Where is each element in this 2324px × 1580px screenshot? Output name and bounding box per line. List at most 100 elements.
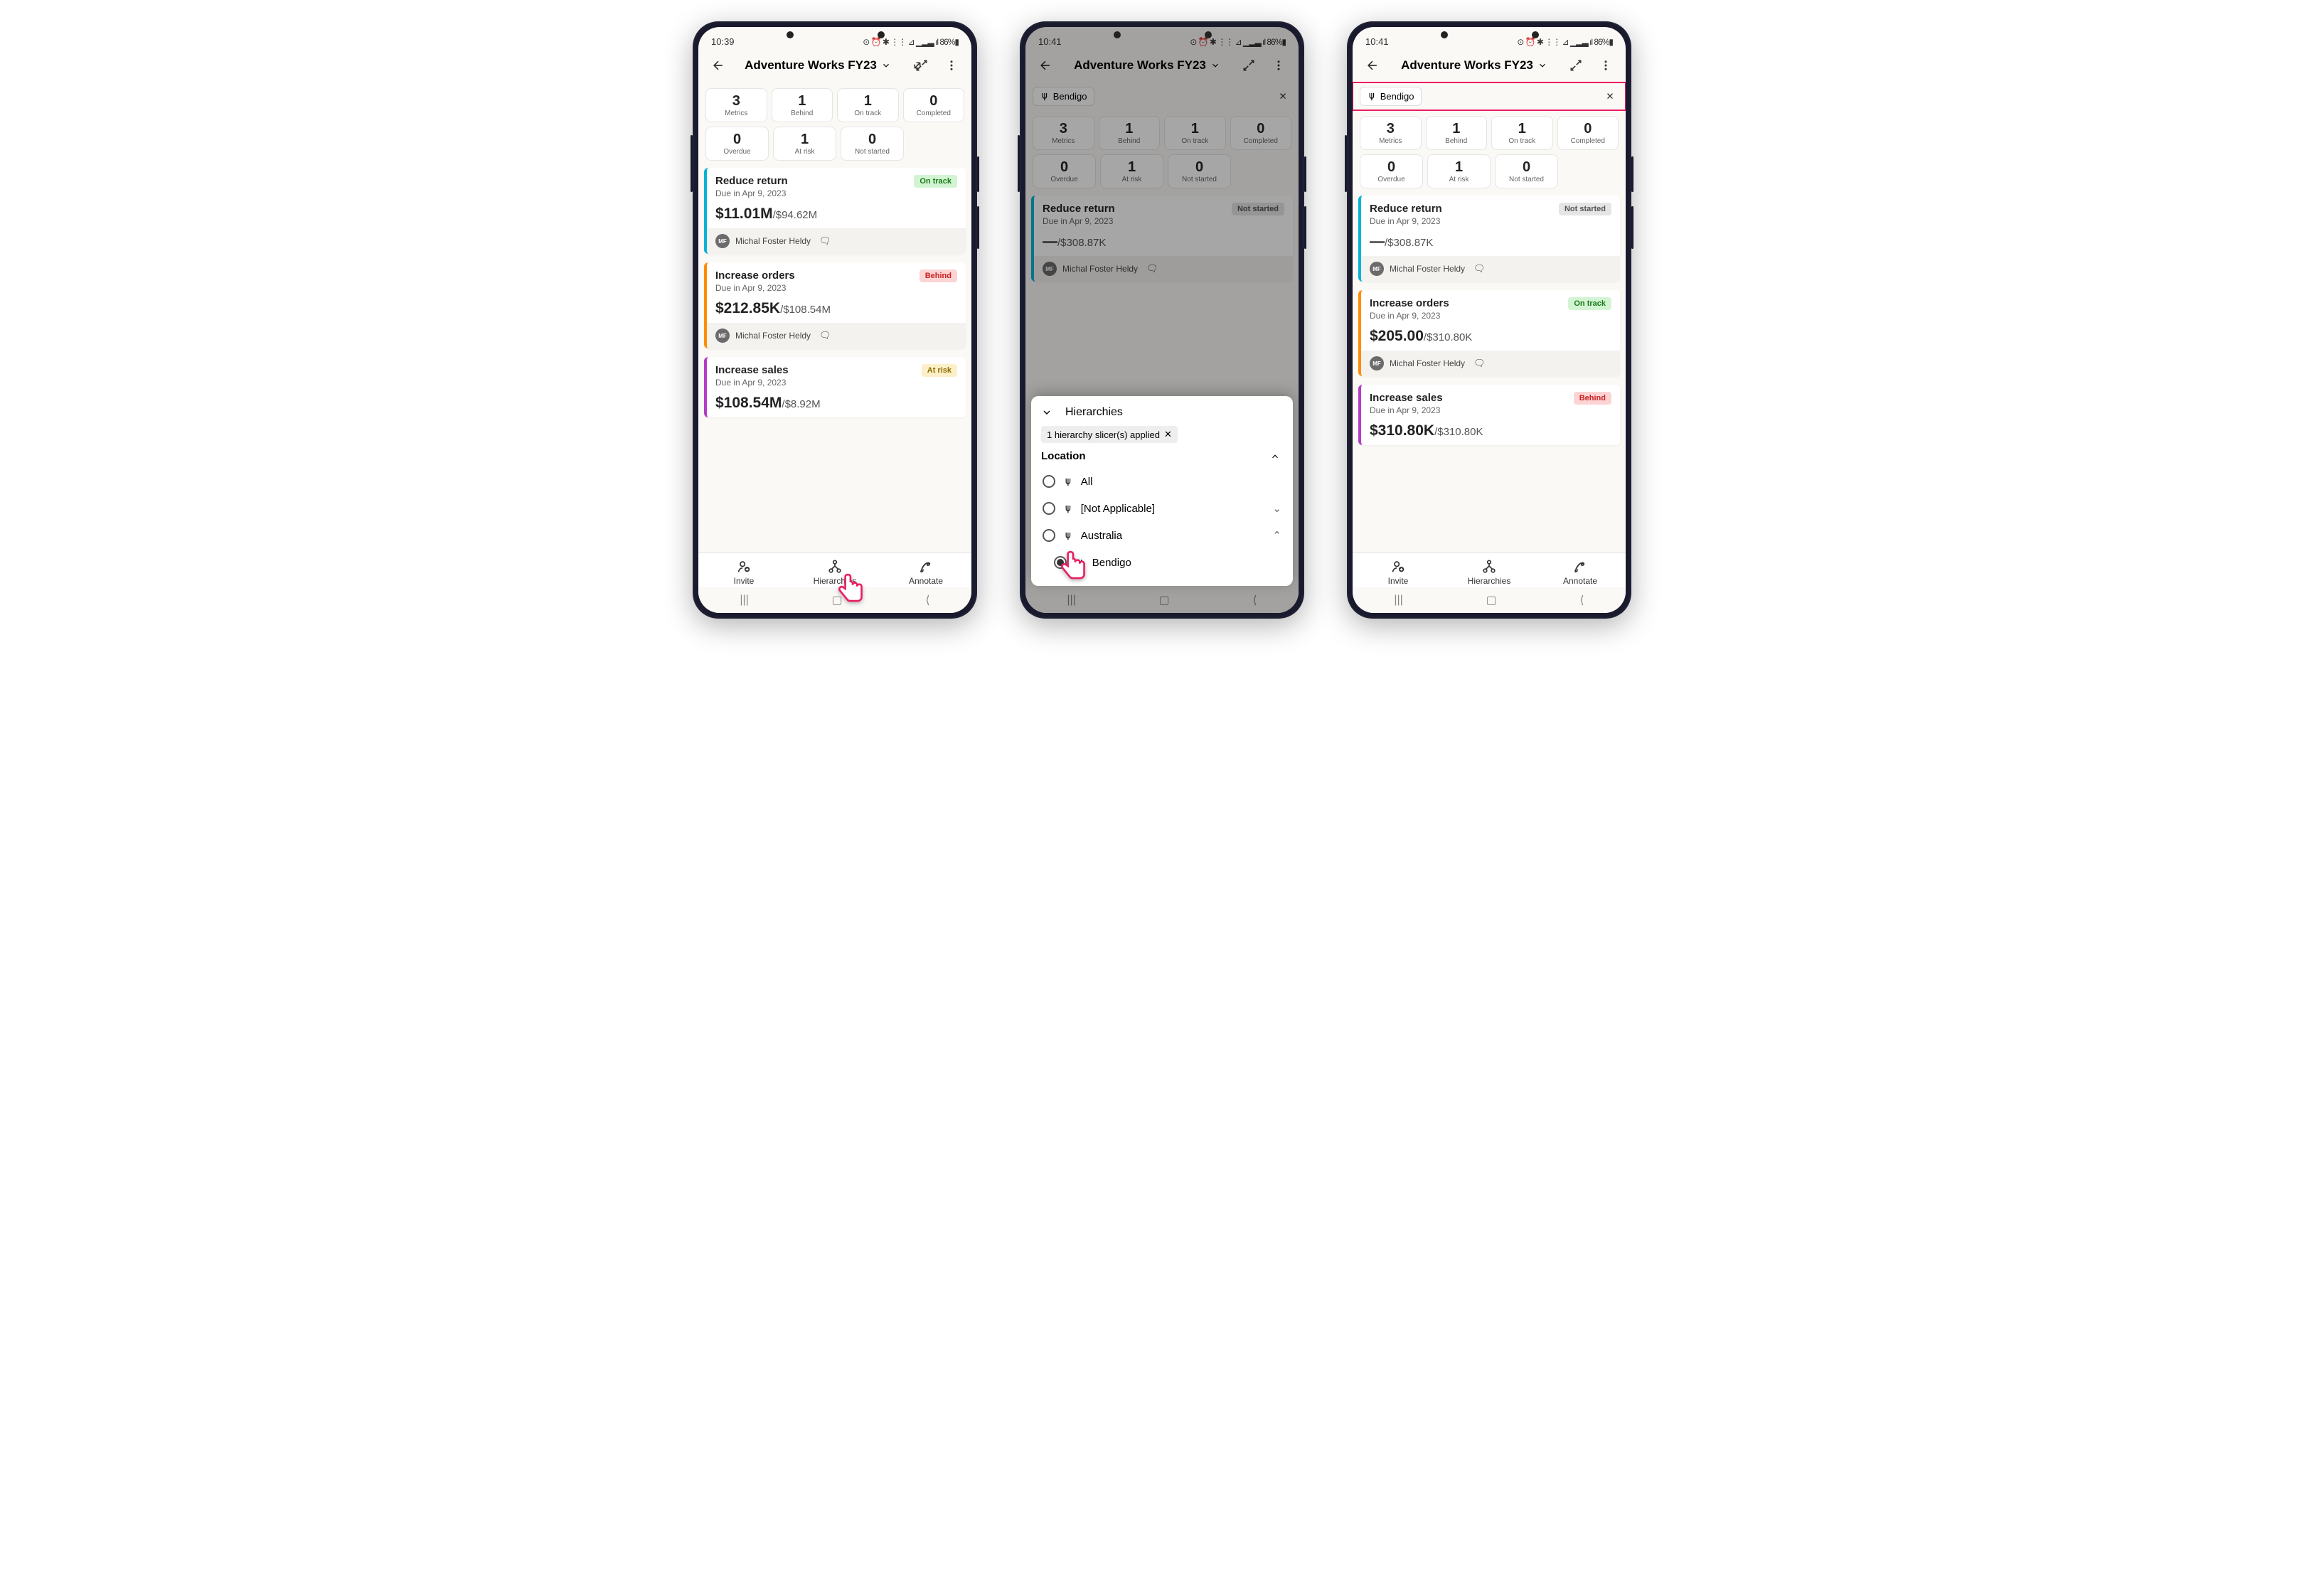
tab-invite[interactable]: Invite — [698, 559, 789, 586]
radio[interactable] — [1043, 502, 1055, 515]
applied-chip[interactable]: 1 hierarchy slicer(s) applied ✕ — [1041, 426, 1178, 443]
radio-checked[interactable] — [1054, 556, 1067, 569]
stat-notstarted[interactable]: 0Not started — [1168, 154, 1231, 188]
comment-icon[interactable]: 🗨︎ — [819, 330, 831, 341]
metric-footer: MF Michal Foster Heldy 🗨︎ — [1361, 256, 1620, 282]
filter-bar: Bendigo ✕ — [1025, 82, 1299, 110]
back-icon[interactable]: ⟨ — [1252, 593, 1257, 607]
close-icon[interactable]: ✕ — [1164, 429, 1172, 440]
stat-metrics[interactable]: 3Metrics — [1360, 116, 1422, 150]
metric-card[interactable]: Reduce return Due in Apr 9, 2023 On trac… — [704, 168, 966, 254]
stat-ontrack[interactable]: 1On track — [1164, 116, 1226, 150]
phone-2: 10:41 ⊙ ⏰ ✱ ⋮⋮ ⊿ ▁▂▃ ıl 86%▮ Adventure W… — [1020, 21, 1304, 619]
status-bar: 10:39 ⊙ ⏰ ✱ ⋮⋮ ⊿ ▁▂▃ ıl 86%▮ — [698, 27, 971, 48]
metric-card[interactable]: Reduce return Due in Apr 9, 2023 Not sta… — [1031, 196, 1293, 282]
stat-ontrack[interactable]: 1On track — [1491, 116, 1553, 150]
metrics-list[interactable]: Reduce return Due in Apr 9, 2023 Not sta… — [1353, 196, 1626, 553]
recents-icon[interactable]: ||| — [740, 594, 748, 607]
comment-icon[interactable]: 🗨︎ — [1473, 358, 1486, 369]
home-icon[interactable]: ▢ — [832, 593, 843, 607]
radio[interactable] — [1043, 529, 1055, 542]
stat-behind[interactable]: 1Behind — [772, 88, 833, 122]
home-icon[interactable]: ▢ — [1486, 593, 1497, 607]
stat-notstarted[interactable]: 0Not started — [1495, 154, 1558, 188]
page-title[interactable]: Adventure Works FY23 — [735, 58, 900, 73]
close-filter-button[interactable]: ✕ — [1601, 88, 1619, 105]
chevron-up-icon[interactable]: ⌃ — [1272, 529, 1281, 542]
recents-icon[interactable]: ||| — [1067, 594, 1075, 607]
expand-button[interactable] — [1563, 53, 1589, 78]
tab-annotate[interactable]: Annotate — [880, 559, 971, 586]
tab-annotate[interactable]: Annotate — [1535, 559, 1626, 586]
back-button[interactable] — [705, 53, 731, 78]
metric-card[interactable]: Reduce return Due in Apr 9, 2023 Not sta… — [1358, 196, 1620, 282]
home-icon[interactable]: ▢ — [1159, 593, 1170, 607]
hier-item-na[interactable]: [Not Applicable] ⌄ — [1041, 495, 1283, 522]
more-button[interactable] — [1266, 53, 1291, 78]
stat-completed[interactable]: 0Completed — [903, 88, 965, 122]
metric-footer: MF Michal Foster Heldy 🗨︎ — [1034, 256, 1293, 282]
radio[interactable] — [1043, 475, 1055, 488]
hier-item-bendigo[interactable]: Bendigo — [1041, 549, 1283, 576]
metric-due: Due in Apr 9, 2023 — [1370, 405, 1443, 415]
tab-invite[interactable]: Invite — [1353, 559, 1444, 586]
tab-hierarchies[interactable]: Hierarchies — [789, 559, 880, 586]
back-button[interactable] — [1360, 53, 1385, 78]
back-button[interactable] — [1033, 53, 1058, 78]
stat-metrics[interactable]: 3Metrics — [705, 88, 767, 122]
panel-header[interactable]: Hierarchies — [1041, 406, 1283, 419]
stat-behind[interactable]: 1Behind — [1426, 116, 1488, 150]
status-bar: 10:41 ⊙ ⏰ ✱ ⋮⋮ ⊿ ▁▂▃ ıl 86%▮ — [1353, 27, 1626, 48]
stat-overdue[interactable]: 0Overdue — [1033, 154, 1096, 188]
filter-chip[interactable]: Bendigo — [1360, 87, 1422, 106]
status-badge: Not started — [1232, 203, 1284, 215]
metric-card[interactable]: Increase orders Due in Apr 9, 2023 Behin… — [704, 262, 966, 348]
stat-notstarted[interactable]: 0Not started — [841, 127, 904, 161]
page-title[interactable]: Adventure Works FY23 — [1390, 58, 1559, 73]
stat-atrisk[interactable]: 1At risk — [1100, 154, 1163, 188]
more-button[interactable] — [1593, 53, 1619, 78]
stat-completed[interactable]: 0Completed — [1557, 116, 1619, 150]
metric-card[interactable]: Increase sales Due in Apr 9, 2023 Behind… — [1358, 385, 1620, 445]
back-icon[interactable]: ⟨ — [1579, 593, 1584, 607]
chevron-down-icon[interactable]: ⌄ — [1272, 502, 1281, 515]
comment-icon[interactable]: 🗨︎ — [1146, 263, 1158, 274]
stat-behind[interactable]: 1Behind — [1099, 116, 1161, 150]
status-badge: Behind — [1574, 392, 1611, 405]
recents-icon[interactable]: ||| — [1394, 594, 1402, 607]
stat-completed[interactable]: 0Completed — [1230, 116, 1292, 150]
metric-card[interactable]: Increase orders Due in Apr 9, 2023 On tr… — [1358, 290, 1620, 376]
avatar: MF — [1370, 356, 1384, 370]
filter-chip[interactable]: Bendigo — [1033, 87, 1094, 106]
metric-card[interactable]: Increase sales Due in Apr 9, 2023 At ris… — [704, 357, 966, 417]
close-filter-button[interactable]: ✕ — [1274, 88, 1291, 105]
stat-ontrack[interactable]: 1On track — [837, 88, 899, 122]
comment-icon[interactable]: 🗨︎ — [819, 235, 831, 247]
metric-footer: MF Michal Foster Heldy 🗨︎ — [1361, 351, 1620, 376]
status-icons: ⊙ ⏰ ✱ ⋮⋮ ⊿ ▁▂▃ ıl 86%▮ — [1517, 37, 1613, 47]
tab-hierarchies[interactable]: Hierarchies — [1444, 559, 1535, 586]
hier-item-all[interactable]: All — [1041, 468, 1283, 495]
expand-button[interactable] — [1236, 53, 1262, 78]
status-icons: ⊙ ⏰ ✱ ⋮⋮ ⊿ ▁▂▃ ıl 86%▮ — [1190, 37, 1286, 47]
stat-metrics[interactable]: 3Metrics — [1033, 116, 1094, 150]
hier-item-australia[interactable]: Australia ⌃ — [1041, 522, 1283, 549]
comment-icon[interactable]: 🗨︎ — [1473, 263, 1486, 274]
page-title[interactable]: Adventure Works FY23 — [1062, 58, 1232, 73]
more-button[interactable] — [939, 53, 964, 78]
owner-name: Michal Foster Heldy — [1062, 264, 1138, 274]
metric-value: $11.01M/$94.62M — [715, 205, 957, 223]
metric-value: $108.54M/$8.92M — [715, 395, 957, 412]
stat-overdue[interactable]: 0Overdue — [705, 127, 769, 161]
hierarchies-panel: Hierarchies 1 hierarchy slicer(s) applie… — [1031, 396, 1293, 586]
metrics-list[interactable]: Reduce return Due in Apr 9, 2023 On trac… — [698, 168, 971, 553]
metric-due: Due in Apr 9, 2023 — [715, 283, 795, 293]
stat-atrisk[interactable]: 1At risk — [773, 127, 836, 161]
section-location[interactable]: Location — [1041, 450, 1283, 462]
stat-overdue[interactable]: 0Overdue — [1360, 154, 1423, 188]
hierarchy-icon — [1368, 90, 1376, 102]
hierarchy-icon — [1064, 530, 1072, 542]
metric-name: Increase orders — [715, 269, 795, 282]
back-icon[interactable]: ⟨ — [925, 593, 929, 607]
stat-atrisk[interactable]: 1At risk — [1427, 154, 1491, 188]
